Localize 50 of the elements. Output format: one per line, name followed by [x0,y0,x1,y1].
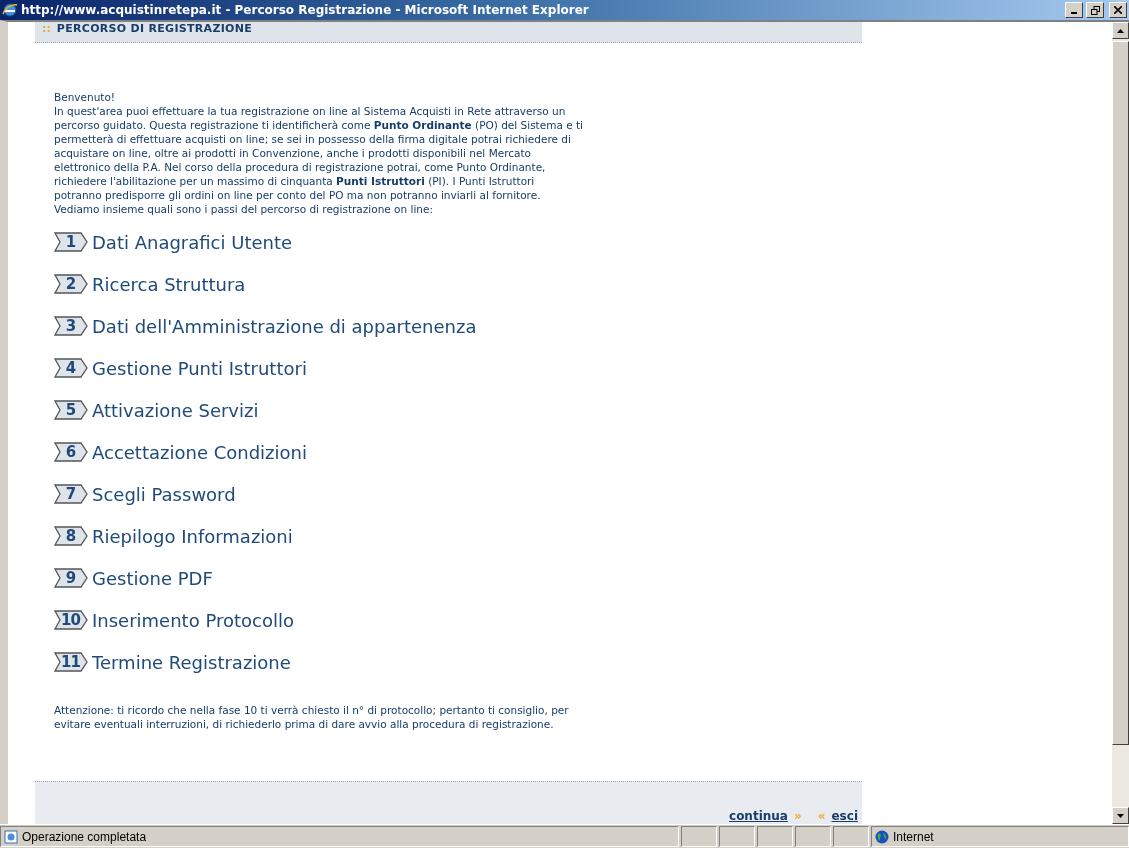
step-label: Ricerca Struttura [92,273,246,295]
step-number-badge: 5 [54,400,89,420]
forward-arrow: » [793,808,802,824]
globe-icon [875,829,889,844]
step-number-badge: 9 [54,568,89,588]
step-number-badge: 1 [54,232,89,252]
page-icon [4,829,18,844]
browser-icon [2,2,18,18]
status-pane [719,826,755,847]
status-text: Operazione completata [22,829,147,844]
scroll-down-button[interactable] [1112,807,1129,824]
step-label: Inserimento Protocollo [92,609,294,631]
step-number-badge: 2 [54,274,89,294]
step-number-badge: 7 [54,484,89,504]
scroll-down-icon [1117,813,1124,818]
status-pane [681,826,717,847]
step-number-badge: 10 [54,610,89,630]
close-button[interactable] [1109,2,1127,18]
step-label: Gestione PDF [92,567,213,589]
status-pane [757,826,793,847]
step-label: Attivazione Servizi [92,399,259,421]
zone-text: Internet [893,829,934,844]
note-paragraph: Attenzione: ti ricordo che nella fase 10 ti verrà chiesto il n° di protocollo; pertanto ti consiglio, per evitare eventuali interruzioni, di richiederlo prima di dare avvio alla procedura di registrazione. [54,703,570,731]
step-number-badge: 11 [54,652,89,672]
step-label: Scegli Password [92,483,236,505]
step-number-badge: 4 [54,358,89,378]
scroll-up-button[interactable] [1112,22,1129,39]
back-arrow: « [817,808,826,824]
step-label: Termine Registrazione [92,651,291,673]
intro-paragraph: Benvenuto! In quest'area puoi effettuare la tua registrazione on line al Sistema Acquisti in Rete attraverso un percorso guidato. Questa registrazione ti identificherà come Punto Ordinante (PO) del Sistema e ti permetterà di effettuare acquisti on line; se sei in possesso della firma digitale potrai richiedere di acquistare on line, oltre ai prodotti in Convenzione, anche i prodotti disponibili nel Mercato elettronico della P.A. Nel corso della procedura di registrazione potrai, come Punto Ordinante, richiedere l'abilitazione per un massimo di cinquanta Punti Istruttori (PI). I Punti Istruttori potranno predisporre gli ordini on line per conto del PO ma non potranno inviarli al fornitore. Vediamo insieme quali sono i passi del percorso di registrazione on line: [54,90,584,216]
step-label: Dati dell'Amministrazione di appartenenza [92,315,477,337]
step-label: Accettazione Condizioni [92,441,307,463]
close-icon [1114,6,1122,14]
scroll-up-icon [1117,28,1124,33]
restore-button[interactable] [1086,2,1104,18]
step-label: Riepilogo Informazioni [92,525,293,547]
step-label: Gestione Punti Istruttori [92,357,307,379]
minimize-button[interactable] [1065,2,1083,18]
step-number-badge: 6 [54,442,89,462]
window-title: http://www.acquistinretepa.it - Percorso Registrazione - Microsoft Internet Explorer [21,3,590,17]
exit-link[interactable]: esci [831,808,858,824]
restore-icon [1090,5,1100,15]
status-pane [833,826,869,847]
continue-link[interactable]: continua [729,808,788,824]
header-marker: :: [42,22,51,35]
status-pane [795,826,831,847]
step-number-badge: 3 [54,316,89,336]
step-label: Dati Anagrafici Utente [92,231,293,253]
section-title: PERCORSO DI REGISTRAZIONE [56,22,253,35]
step-number-badge: 8 [54,526,89,546]
